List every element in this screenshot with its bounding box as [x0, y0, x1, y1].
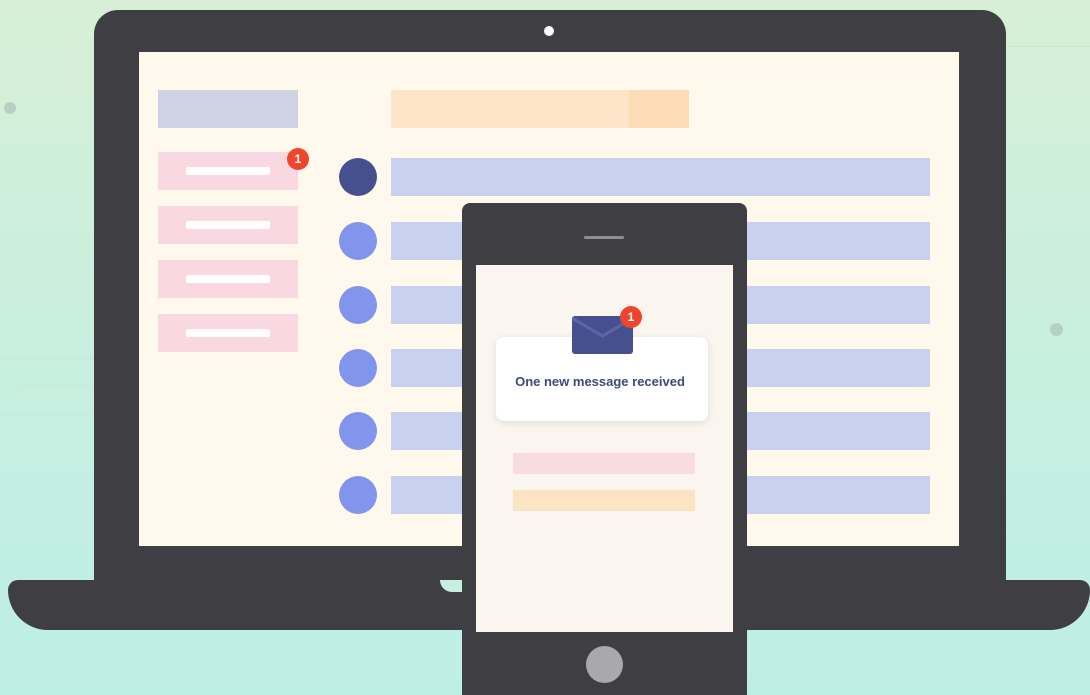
sidebar-item-label-placeholder [186, 329, 270, 337]
content-placeholder [513, 490, 695, 511]
sidebar-item[interactable] [158, 314, 298, 352]
decorative-dot [4, 102, 16, 114]
notification-text: One new message received [515, 374, 685, 389]
phone-speaker [584, 236, 624, 239]
decorative-line [0, 358, 94, 359]
home-button[interactable] [586, 646, 623, 683]
sidebar-item[interactable] [158, 152, 298, 190]
sidebar-item[interactable] [158, 260, 298, 298]
avatar[interactable] [339, 412, 377, 450]
laptop-camera [544, 26, 554, 36]
header-highlight [629, 90, 689, 128]
sidebar-item-label-placeholder [186, 167, 270, 175]
list-item[interactable] [391, 158, 930, 196]
sidebar-notification-badge: 1 [287, 148, 309, 170]
avatar[interactable] [339, 158, 377, 196]
decorative-line [18, 385, 94, 386]
sidebar-item[interactable] [158, 206, 298, 244]
header-placeholder [391, 90, 689, 128]
decorative-dot [1050, 323, 1063, 336]
decorative-line [0, 414, 94, 415]
sidebar-header-placeholder [158, 90, 298, 128]
avatar[interactable] [339, 349, 377, 387]
sidebar-item-label-placeholder [186, 275, 270, 283]
content-placeholder [513, 453, 695, 474]
sidebar-item-label-placeholder [186, 221, 270, 229]
decorative-line [1006, 46, 1090, 47]
message-notification-badge: 1 [620, 306, 642, 328]
avatar[interactable] [339, 286, 377, 324]
avatar[interactable] [339, 222, 377, 260]
avatar[interactable] [339, 476, 377, 514]
